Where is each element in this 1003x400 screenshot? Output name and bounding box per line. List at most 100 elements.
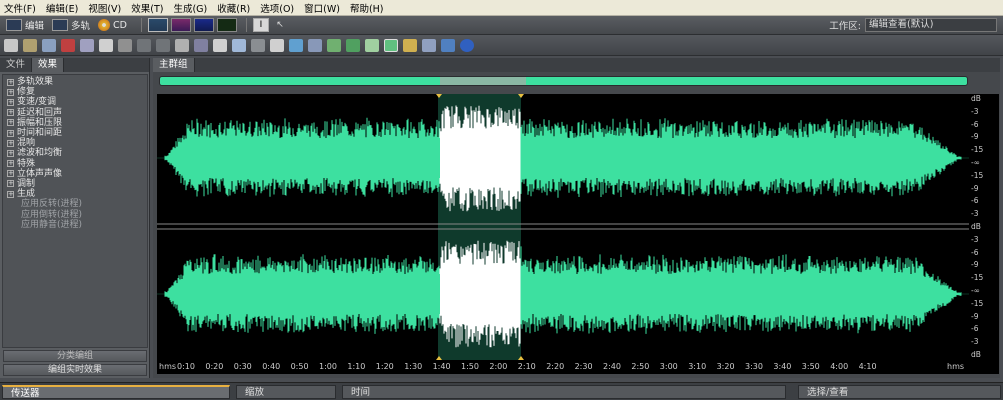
transport-panel-tab[interactable]: 传送器: [2, 385, 230, 399]
save-icon[interactable]: [42, 38, 56, 52]
expand-icon[interactable]: +: [7, 98, 14, 106]
time-tick-label: 4:00: [830, 362, 849, 371]
batch-icon[interactable]: [422, 38, 436, 52]
tab-main-group[interactable]: 主群组: [153, 58, 195, 72]
effect-category[interactable]: + 混响: [7, 138, 143, 148]
document-icon[interactable]: [99, 38, 113, 52]
multitrack-mode-button[interactable]: 多轨: [52, 18, 90, 32]
effect-category[interactable]: + 变速/变调: [7, 97, 143, 107]
effect-category[interactable]: + 特殊: [7, 159, 143, 169]
time-panel-tab[interactable]: 时间: [342, 385, 786, 399]
phase-view-button[interactable]: [216, 18, 237, 32]
close-file-icon[interactable]: [118, 38, 132, 52]
overview-viewport[interactable]: [440, 77, 526, 85]
undo-icon[interactable]: [137, 38, 151, 52]
db-tick-label: -15: [971, 298, 984, 308]
time-tick-label: 2:50: [631, 362, 650, 371]
effect-category[interactable]: + 立体声声像: [7, 169, 143, 179]
expand-icon[interactable]: +: [7, 88, 14, 96]
menu-help[interactable]: 帮助(H): [350, 1, 384, 15]
db-tick-label: -15: [971, 170, 984, 180]
menu-generate[interactable]: 生成(G): [173, 1, 207, 15]
group-by-category-button[interactable]: 分类编组: [3, 350, 147, 362]
redo-icon[interactable]: [156, 38, 170, 52]
time-selection-tool-icon[interactable]: I: [252, 18, 269, 32]
new-icon[interactable]: [4, 38, 18, 52]
effect-category[interactable]: + 时间和间距: [7, 128, 143, 138]
workspace-selector: 工作区: 编辑查看(默认): [829, 18, 997, 32]
menu-options[interactable]: 选项(O): [260, 1, 294, 15]
snap-icon[interactable]: [346, 38, 360, 52]
tab-files[interactable]: 文件: [0, 58, 33, 72]
expand-icon[interactable]: +: [7, 170, 14, 178]
cd-mode-label: CD: [113, 19, 127, 31]
record-icon[interactable]: [61, 38, 75, 52]
move-tool-icon[interactable]: ↖: [272, 18, 288, 32]
zoom-panel-tab[interactable]: 缩放: [236, 385, 336, 399]
effect-category[interactable]: + 滤波和均衡: [7, 148, 143, 158]
cd-track-icon[interactable]: [403, 38, 417, 52]
waveform-view-button[interactable]: [147, 18, 168, 32]
expand-icon[interactable]: +: [7, 139, 14, 147]
expand-icon[interactable]: +: [7, 129, 14, 137]
expand-icon[interactable]: +: [7, 78, 14, 86]
trim-icon[interactable]: [194, 38, 208, 52]
effect-category[interactable]: + 调制: [7, 179, 143, 189]
edit-mode-button[interactable]: 编辑: [6, 18, 44, 32]
filter-icon[interactable]: [327, 38, 341, 52]
expand-icon[interactable]: +: [7, 109, 14, 117]
expand-icon[interactable]: +: [7, 160, 14, 168]
expand-icon[interactable]: +: [7, 190, 14, 198]
grid-icon[interactable]: [365, 38, 379, 52]
open-icon[interactable]: [23, 38, 37, 52]
cd-mode-button[interactable]: CD: [98, 19, 127, 31]
spectral-pan-view-button[interactable]: [193, 18, 214, 32]
selection-view-panel-tab[interactable]: 选择/查看: [798, 385, 1001, 399]
menu-edit[interactable]: 编辑(E): [46, 1, 78, 15]
workspace-dropdown[interactable]: 编辑查看(默认): [865, 18, 997, 32]
mix-paste-icon[interactable]: [289, 38, 303, 52]
effect-label: 调制: [17, 178, 36, 189]
time-tick-label: 3:20: [716, 362, 735, 371]
expand-icon[interactable]: +: [7, 149, 14, 157]
frequency-icon[interactable]: [384, 38, 398, 52]
tab-effects[interactable]: 效果: [32, 58, 65, 72]
db-tick-label: -6: [971, 324, 979, 334]
menu-favorites[interactable]: 收藏(R): [217, 1, 250, 15]
effect-category[interactable]: + 多轨效果: [7, 77, 143, 87]
spectral-view-button[interactable]: [170, 18, 191, 32]
effect-category[interactable]: + 延迟和回声: [7, 108, 143, 118]
effect-item[interactable]: 应用静音(进程): [7, 220, 143, 230]
menu-window[interactable]: 窗口(W): [304, 1, 340, 15]
left-tabs: 文件 效果: [0, 58, 149, 72]
time-ruler[interactable]: hms 0:10 0:20 0:30 0:40 0:50 1:00 1:10 1:20 1:30 1…: [157, 360, 999, 374]
main-tabs: 主群组: [153, 58, 1000, 72]
effect-item[interactable]: 应用倒转(进程): [7, 209, 143, 220]
mix-icon[interactable]: [80, 38, 94, 52]
cut-icon[interactable]: [251, 38, 265, 52]
expand-icon[interactable]: +: [7, 180, 14, 188]
menu-file[interactable]: 文件(F): [4, 1, 36, 15]
expand-icon[interactable]: +: [7, 119, 14, 127]
effect-item[interactable]: 应用反转(进程): [7, 199, 143, 209]
overview-bar[interactable]: [159, 76, 968, 86]
waveform-display[interactable]: [157, 94, 969, 360]
help-icon[interactable]: [460, 38, 474, 52]
paste-new-icon[interactable]: [213, 38, 227, 52]
menu-effects[interactable]: 效果(T): [131, 1, 163, 15]
effect-label: 生成: [17, 189, 36, 200]
effect-category[interactable]: + 修复: [7, 87, 143, 97]
convert-icon[interactable]: [308, 38, 322, 52]
script-icon[interactable]: [441, 38, 455, 52]
db-tick-label: -3: [971, 106, 979, 116]
copy-icon[interactable]: [232, 38, 246, 52]
menu-view[interactable]: 视图(V): [88, 1, 121, 15]
time-tick-label: 1:40: [432, 362, 451, 371]
time-tick-label: 0:30: [233, 362, 252, 371]
paste-icon[interactable]: [270, 38, 284, 52]
effect-category[interactable]: + 生成: [7, 189, 143, 199]
db-tick-label: dB: [971, 94, 981, 103]
repeat-icon[interactable]: [175, 38, 189, 52]
realtime-effects-button[interactable]: 编组实时效果: [3, 364, 147, 376]
effect-category[interactable]: + 振幅和压限: [7, 118, 143, 128]
